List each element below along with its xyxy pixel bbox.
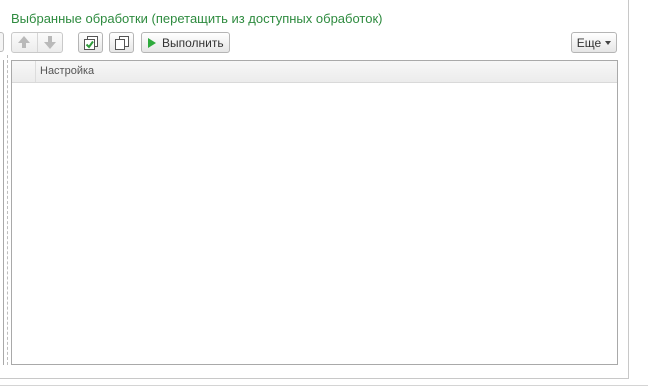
window-border-bottom-outer [0,385,648,386]
run-button[interactable]: Выполнить [141,32,230,53]
copy-button[interactable] [109,32,134,53]
row-marker-column-header [12,61,36,82]
left-panel-button-edge[interactable] [0,32,4,52]
selected-processings-table[interactable]: Настройка [11,60,618,365]
check-all-icon [83,35,98,50]
window-border-right [628,0,629,378]
move-down-button[interactable] [36,33,63,52]
column-header-settings[interactable]: Настройка [40,65,94,77]
run-button-label: Выполнить [162,35,224,50]
check-all-button[interactable] [78,32,103,53]
more-button-label: Еще [576,35,602,50]
move-buttons-group [11,32,63,53]
panel-title: Выбранные обработки (перетащить из досту… [11,11,383,26]
panel-splitter[interactable] [7,55,8,365]
table-header: Настройка [12,61,617,83]
copy-icon [114,35,129,50]
play-icon [148,37,156,48]
left-panel-edge [0,60,4,365]
move-up-button[interactable] [12,33,37,52]
more-button[interactable]: Еще [571,32,617,53]
chevron-down-icon [605,40,612,45]
window-border-bottom [0,378,629,379]
arrow-up-icon [18,36,31,49]
arrow-down-icon [43,36,56,49]
